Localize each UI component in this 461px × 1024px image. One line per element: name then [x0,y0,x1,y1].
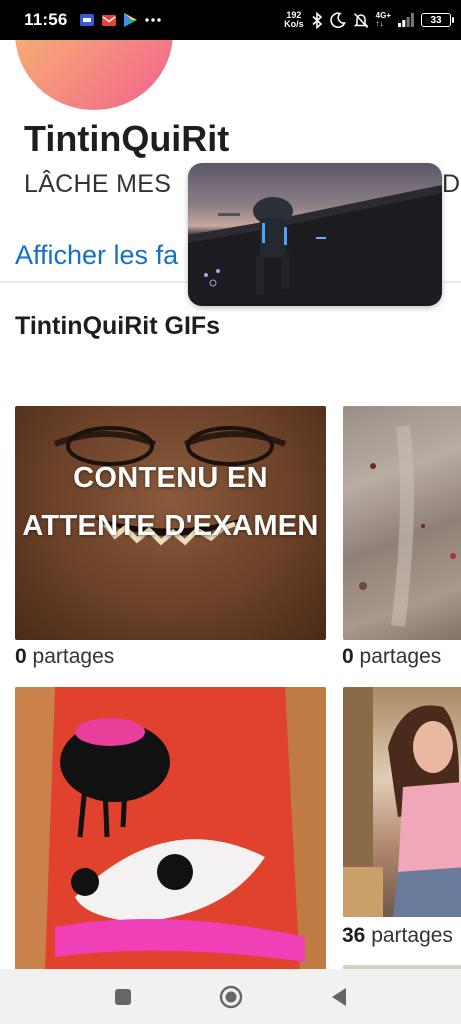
battery-level: 33 [430,14,442,26]
recent-apps-button[interactable] [108,982,138,1012]
navigation-bar [0,969,461,1024]
shares-number: 0 [15,645,27,668]
network-type: 4G+ ↑↓ [376,12,391,28]
gif-thumbnail [343,687,461,917]
gifs-section-title: TintinQuiRit GIFs [15,312,221,340]
shares-label: partages [371,924,453,947]
back-button[interactable] [324,982,354,1012]
shares-count: 36 partages [342,924,453,948]
gif-card[interactable] [15,687,326,972]
data-arrows-icon: ↑↓ [375,19,384,28]
video-frame [188,185,442,306]
shares-count: 0 partages [15,645,114,669]
gif-card[interactable] [343,406,461,640]
gmail-icon [101,14,116,26]
shares-label: partages [359,645,442,668]
square-icon [114,988,131,1005]
home-button[interactable] [216,982,246,1012]
more-notifications-icon [144,18,161,22]
battery-icon: 33 [421,13,454,27]
play-store-icon [123,13,137,27]
gif-thumbnail [15,687,326,972]
shares-number: 36 [342,924,366,947]
network-speed-unit: Ko/s [284,19,304,29]
shares-label: partages [32,645,115,668]
muted-bell-icon [353,12,368,28]
profile-bio: LÂCHE MES [24,170,172,198]
clock: 11:56 [24,10,68,29]
status-bar: 11:56 192 Ko/s 4G+ ↑↓ 33 [0,0,461,40]
gif-thumbnail [359,425,456,627]
gif-card[interactable] [343,687,461,917]
system-icons: 192 Ko/s 4G+ ↑↓ 33 [284,11,454,29]
gif-card[interactable]: CONTENU EN ATTENTE D'EXAMEN [15,406,326,640]
profile-name: TintinQuiRit [24,118,230,159]
profile-bio-tail: DI [442,170,461,198]
network-speed: 192 Ko/s [284,11,304,29]
notification-icons [79,13,161,27]
shares-count: 0 partages [342,645,441,669]
signal-strength-icon [398,13,414,27]
shares-number: 0 [342,645,354,668]
triangle-back-icon [331,987,346,1006]
pending-review-label: CONTENU EN ATTENTE D'EXAMEN [22,462,319,542]
screen: 11:56 192 Ko/s 4G+ ↑↓ 33 TintinQuiRit LÂ… [0,0,461,1024]
bluetooth-icon [312,11,322,29]
app-notification-icon [79,14,94,26]
show-favorites-link[interactable]: Afficher les fa [15,240,178,271]
circle-home-icon [219,985,242,1008]
do-not-disturb-moon-icon [329,12,346,28]
picture-in-picture-video[interactable] [188,163,442,306]
